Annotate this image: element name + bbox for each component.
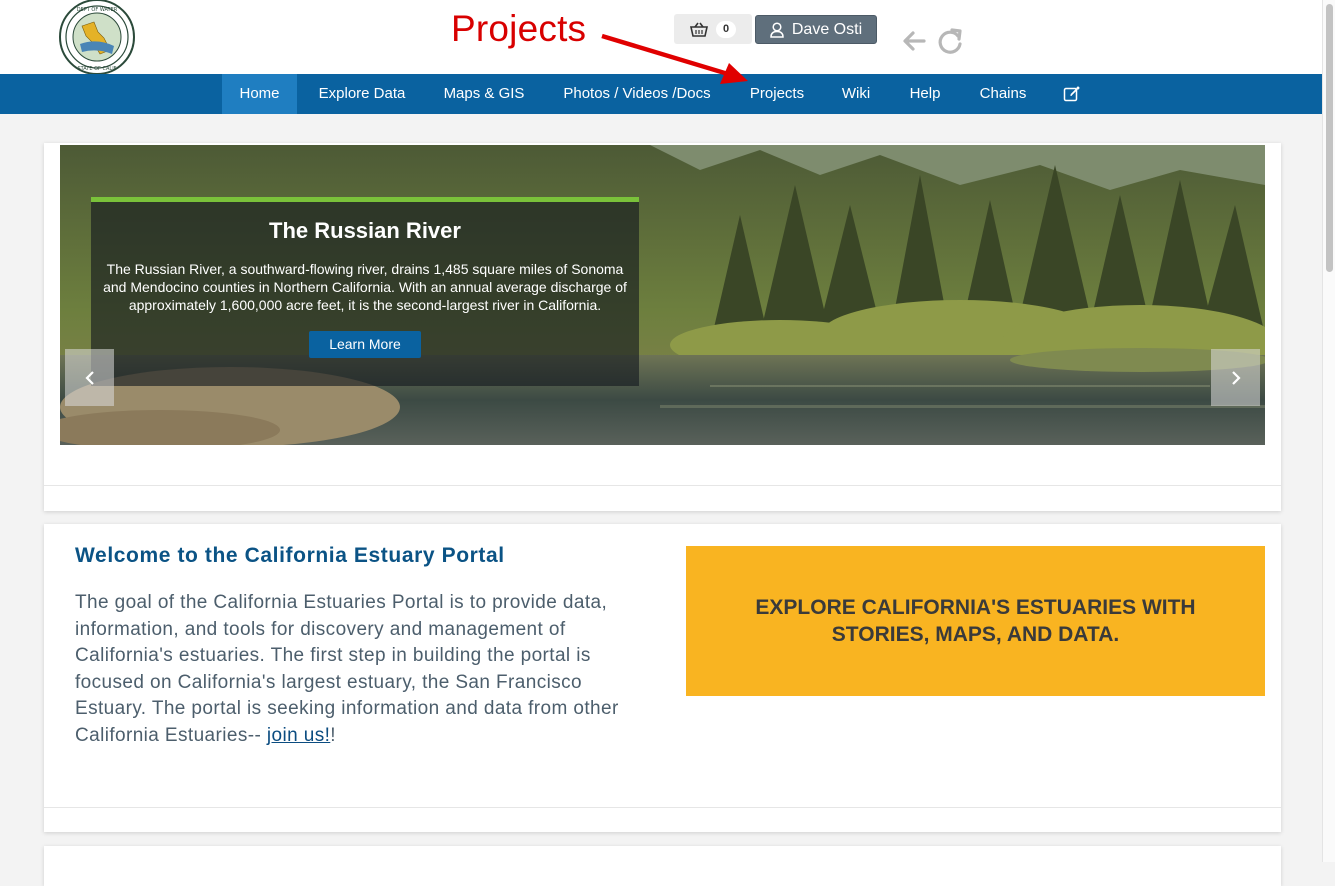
cart-button[interactable]: 0 (674, 14, 752, 44)
welcome-title: Welcome to the California Estuary Portal (75, 544, 505, 567)
hero-carousel: The Russian River The Russian River, a s… (60, 145, 1265, 445)
join-us-link[interactable]: join us! (267, 725, 330, 746)
user-icon (770, 21, 784, 38)
scrollbar-thumb[interactable] (1326, 4, 1333, 272)
carousel-prev-button[interactable] (65, 349, 114, 406)
next-card (44, 846, 1281, 886)
learn-more-button[interactable]: Learn More (309, 331, 421, 358)
back-arrow-icon[interactable] (899, 26, 929, 56)
explore-banner-text: EXPLORE CALIFORNIA'S ESTUARIES WITH STOR… (755, 596, 1196, 646)
nav-edit[interactable] (1055, 74, 1089, 114)
dwr-logo[interactable]: DEPT OF WATER STATE OF CALIF (58, 0, 136, 76)
welcome-text: The goal of the California Estuaries Por… (75, 590, 635, 749)
nav-projects[interactable]: Projects (740, 74, 814, 114)
carousel-next-button[interactable] (1211, 349, 1260, 406)
basket-icon (690, 22, 708, 37)
chevron-left-icon (84, 370, 94, 385)
welcome-punct: ! (330, 724, 336, 746)
welcome-paragraph: The goal of the California Estuaries Por… (75, 592, 619, 746)
welcome-card: Welcome to the California Estuary Portal… (44, 524, 1281, 832)
hero-caption: The Russian River The Russian River, a s… (91, 197, 639, 386)
card-divider (44, 807, 1281, 808)
user-menu-button[interactable]: Dave Osti (755, 15, 877, 44)
svg-text:STATE OF CALIF: STATE OF CALIF (77, 66, 116, 72)
nav-maps-gis[interactable]: Maps & GIS (433, 74, 535, 114)
nav-photos-videos-docs[interactable]: Photos / Videos /Docs (552, 74, 722, 114)
nav-home[interactable]: Home (222, 74, 297, 114)
nav-help[interactable]: Help (898, 74, 952, 114)
card-divider (44, 485, 1281, 486)
hero-title: The Russian River (269, 218, 461, 243)
nav-chains[interactable]: Chains (969, 74, 1037, 114)
header: DEPT OF WATER STATE OF CALIF Projects 0 … (0, 0, 1322, 76)
chevron-right-icon (1231, 370, 1241, 385)
page-scrollbar[interactable] (1322, 0, 1335, 862)
carousel-card: The Russian River The Russian River, a s… (44, 143, 1281, 511)
user-name: Dave Osti (791, 20, 863, 38)
refresh-icon[interactable] (935, 26, 965, 56)
edit-icon (1063, 86, 1080, 102)
main-navbar: Home Explore Data Maps & GIS Photos / Vi… (0, 74, 1322, 114)
hero-description: The Russian River, a southward-flowing r… (103, 261, 627, 313)
annotation-label: Projects (451, 8, 587, 49)
nav-explore-data[interactable]: Explore Data (306, 74, 418, 114)
explore-banner[interactable]: EXPLORE CALIFORNIA'S ESTUARIES WITH STOR… (686, 546, 1265, 696)
cart-count-badge: 0 (716, 20, 736, 38)
svg-text:DEPT OF WATER: DEPT OF WATER (77, 7, 118, 13)
nav-wiki[interactable]: Wiki (831, 74, 881, 114)
